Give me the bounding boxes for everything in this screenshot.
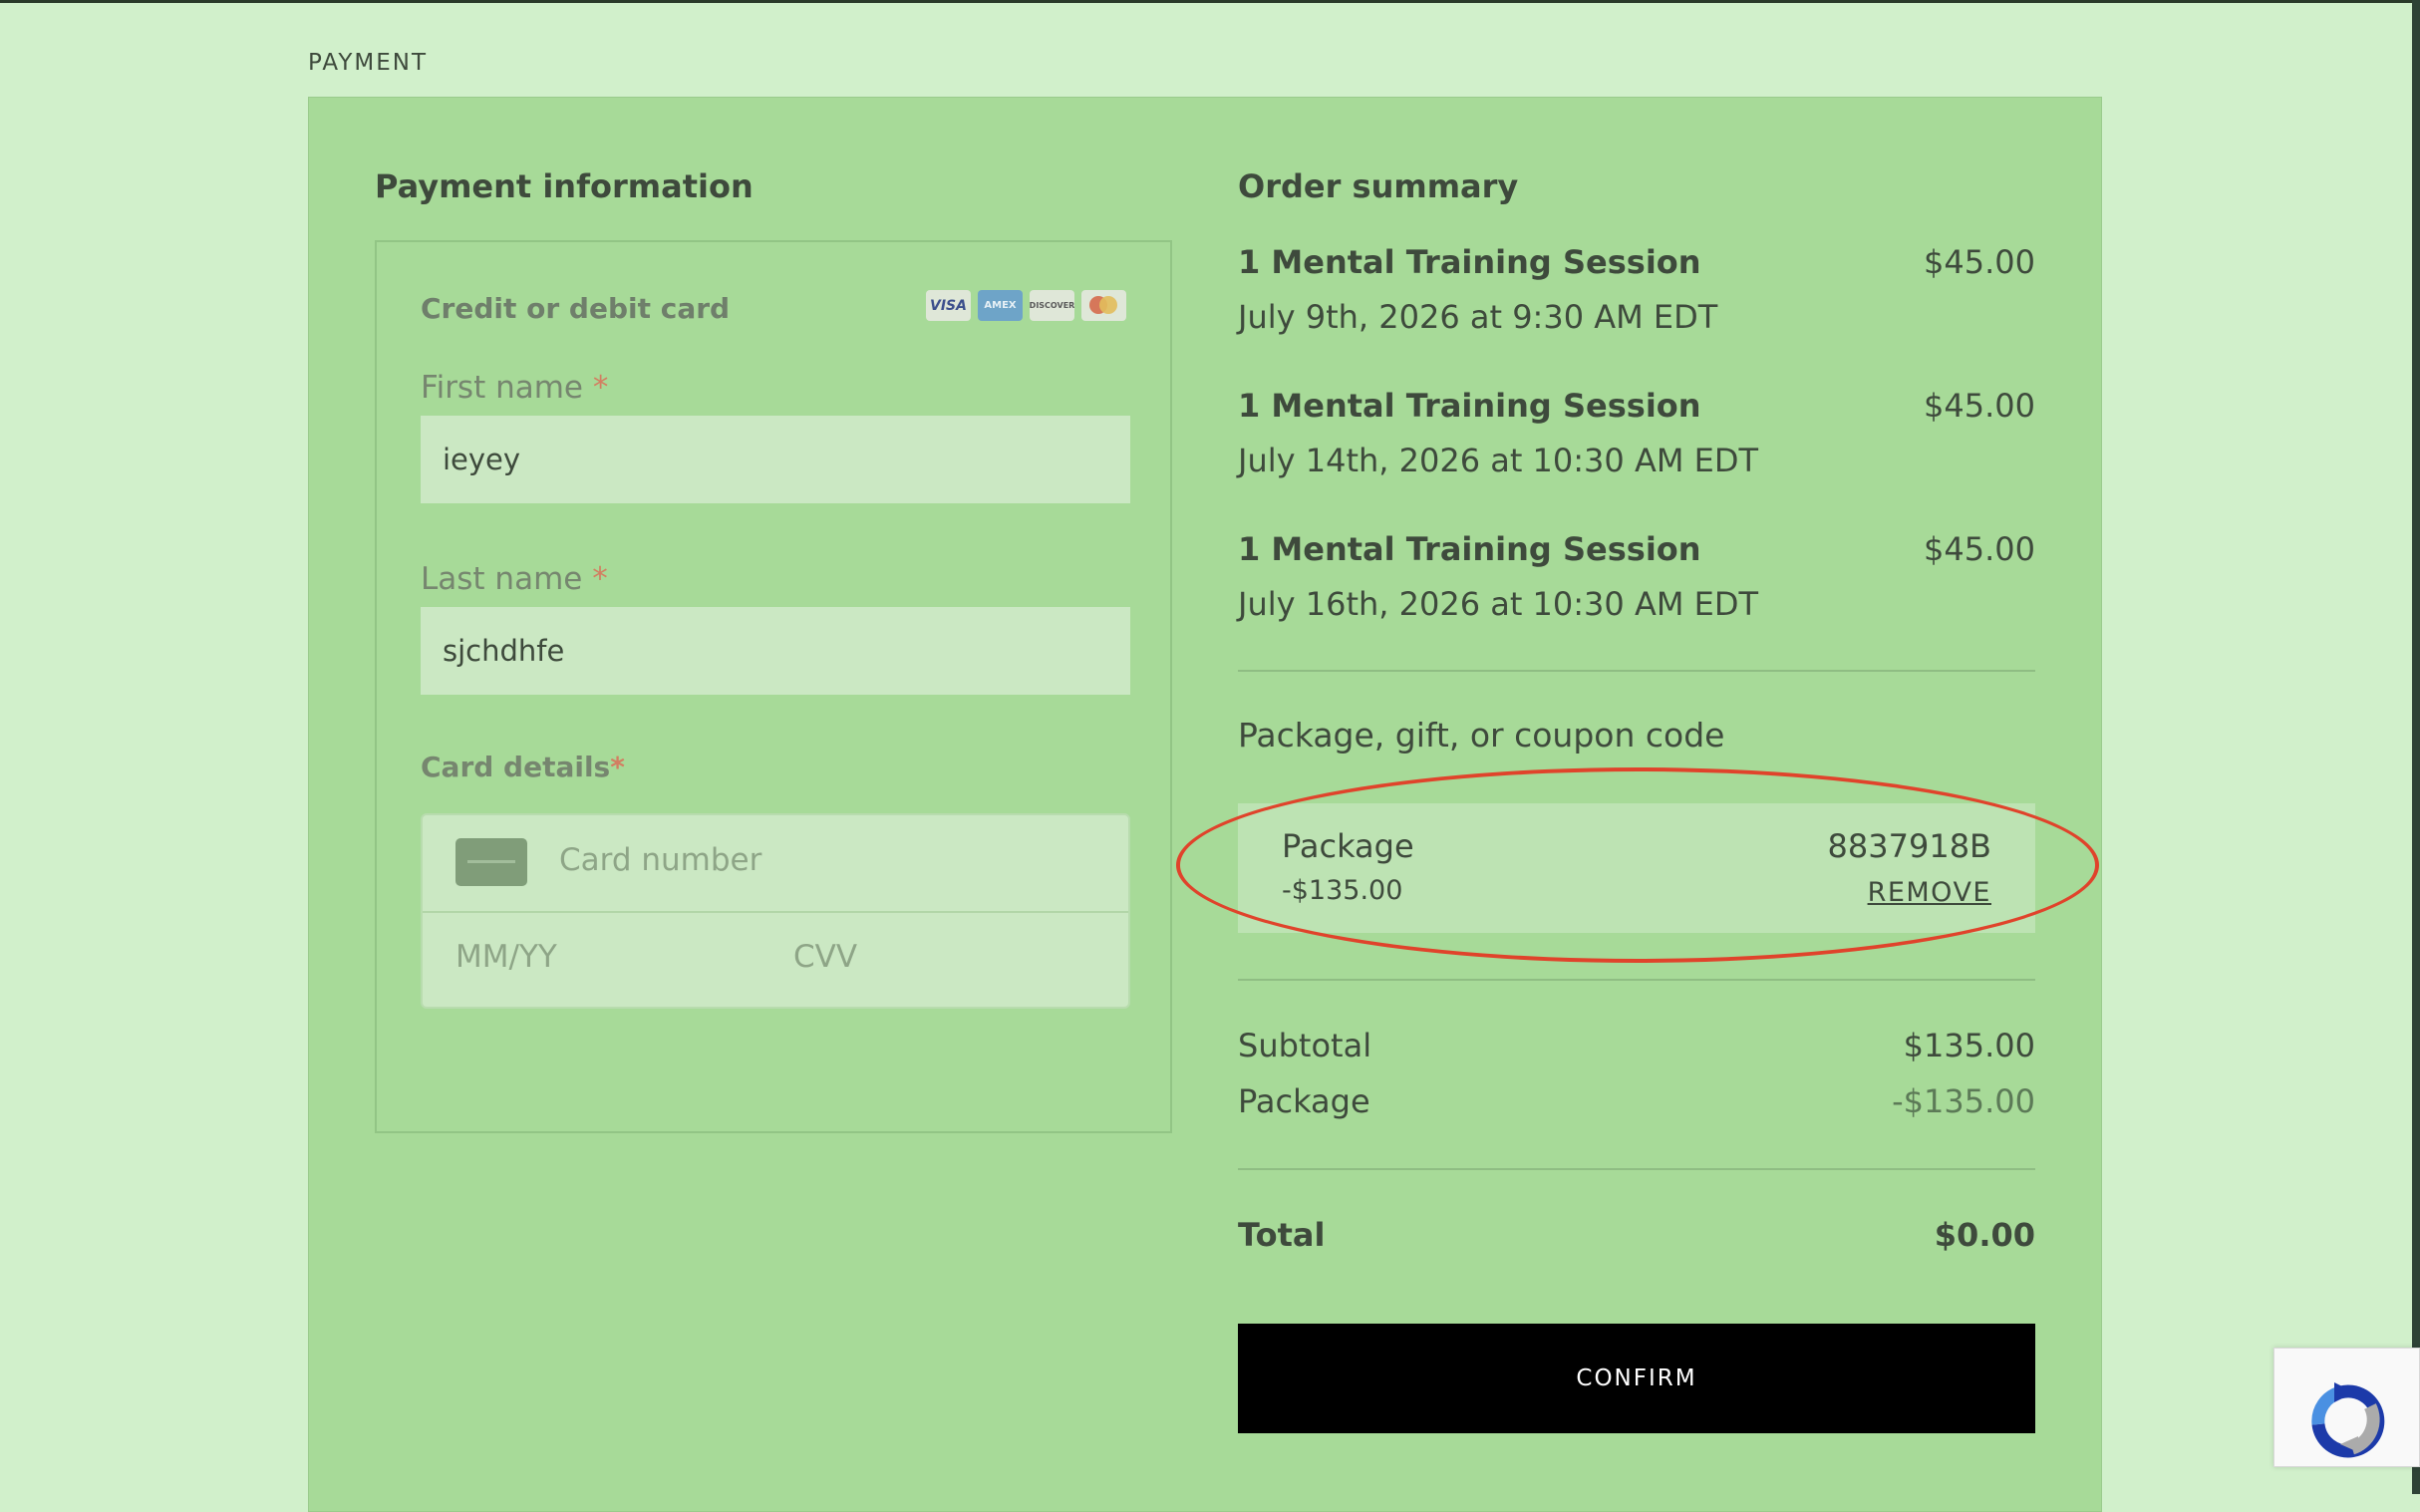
divider: [1238, 670, 2035, 672]
item-name: 1 Mental Training Session: [1238, 530, 1701, 568]
applied-package: Package -$135.00 8837918B REMOVE: [1238, 803, 2035, 933]
remove-package-link[interactable]: REMOVE: [1868, 877, 1991, 908]
package-amount: -$135.00: [1282, 875, 1403, 906]
card-details-label: Card details*: [421, 751, 625, 783]
subtotal-label: Subtotal: [1238, 1027, 1372, 1064]
subtotal-value: $135.00: [1903, 1027, 2035, 1064]
section-heading: PAYMENT: [308, 50, 429, 76]
recaptcha-badge[interactable]: [2273, 1348, 2420, 1467]
card-number-input[interactable]: Card number: [559, 842, 761, 878]
item-price: $45.00: [1924, 387, 2035, 425]
item-date: July 9th, 2026 at 9:30 AM EDT: [1238, 298, 1718, 336]
item-name: 1 Mental Training Session: [1238, 387, 1701, 425]
coupon-code-label: Package, gift, or coupon code: [1238, 716, 1725, 755]
cvv-input[interactable]: CVV: [793, 939, 857, 975]
top-strip: [0, 0, 2420, 3]
credit-card-icon: [455, 838, 527, 886]
window-edge: [2412, 0, 2420, 1494]
last-name-input[interactable]: sjchdhfe: [421, 607, 1130, 695]
item-price: $45.00: [1924, 243, 2035, 281]
package-code: 8837918B: [1827, 827, 1991, 865]
divider: [1238, 1168, 2035, 1170]
last-name-label: Last name *: [421, 561, 608, 597]
card-details-group: Card number MM/YY CVV: [421, 813, 1130, 1009]
card-row-divider: [423, 911, 1128, 913]
visa-logo: VISA: [926, 290, 971, 321]
discover-logo: DISCOVER: [1030, 290, 1074, 321]
package-name: Package: [1282, 827, 1414, 865]
recaptcha-icon: [2311, 1382, 2385, 1458]
card-form: Credit or debit card VISA AMEX DISCOVER …: [375, 240, 1172, 1133]
package-discount-label: Package: [1238, 1082, 1370, 1120]
first-name-input[interactable]: ieyey: [421, 416, 1130, 503]
item-date: July 14th, 2026 at 10:30 AM EDT: [1238, 442, 1759, 479]
total-label: Total: [1238, 1216, 1326, 1254]
payment-info-title: Payment information: [375, 167, 754, 205]
item-date: July 16th, 2026 at 10:30 AM EDT: [1238, 585, 1759, 623]
total-value: $0.00: [1934, 1216, 2035, 1254]
checkout-panel: Payment information Credit or debit card…: [308, 97, 2102, 1512]
order-summary-title: Order summary: [1238, 167, 1519, 205]
package-discount-value: -$135.00: [1892, 1082, 2035, 1120]
item-name: 1 Mental Training Session: [1238, 243, 1701, 281]
item-price: $45.00: [1924, 530, 2035, 568]
card-type-label: Credit or debit card: [421, 292, 731, 325]
expiry-input[interactable]: MM/YY: [455, 939, 557, 975]
amex-logo: AMEX: [978, 290, 1023, 321]
first-name-label: First name *: [421, 370, 609, 406]
card-brand-logos: VISA AMEX DISCOVER: [926, 290, 1126, 321]
divider: [1238, 979, 2035, 981]
confirm-button[interactable]: CONFIRM: [1238, 1324, 2035, 1433]
mastercard-logo: [1081, 290, 1126, 321]
